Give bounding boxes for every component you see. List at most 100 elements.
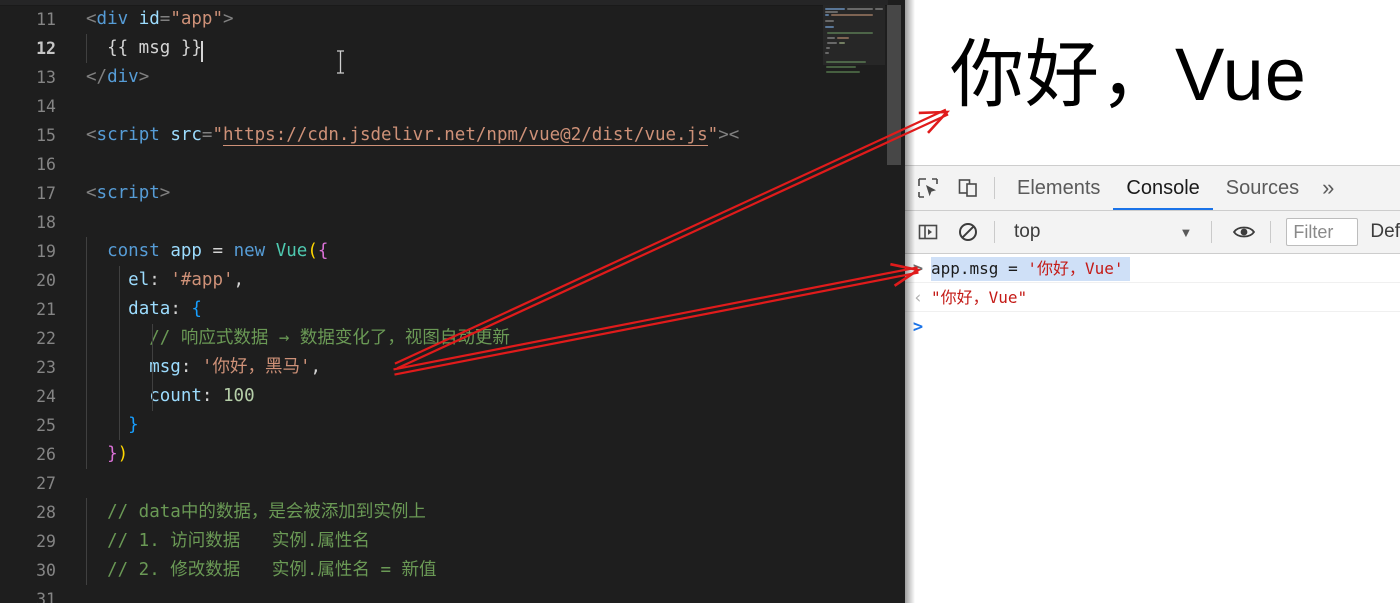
indent-guide [119,353,120,382]
code-token: Vue [275,241,308,261]
code-token: < [86,9,97,29]
code-line[interactable]: 17 <script> [0,179,905,208]
line-number: 12 [36,39,56,58]
tab-sources[interactable]: Sources [1213,166,1312,210]
code-line[interactable]: 14 [0,92,905,121]
indent-guide [119,295,120,324]
tab-elements[interactable]: Elements [1004,166,1113,210]
code-line[interactable]: 31 [0,585,905,603]
line-number: 20 [36,271,56,290]
code-content[interactable]: 11 <div id="app"> 12 {{ msg }} 13 </div> 14 15… [0,5,905,603]
clear-console-button[interactable] [951,215,985,249]
tabs-overflow-chevron-icon[interactable]: » [1312,166,1344,210]
inspect-element-icon [918,178,938,198]
code-line[interactable]: 22 // 响应式数据 → 数据变化了，视图自动更新 [0,324,905,353]
code-line[interactable]: 30 // 2. 修改数据 实例.属性名 = 新值 [0,556,905,585]
code-line[interactable]: 28 // data中的数据，是会被添加到实例上 [0,498,905,527]
code-line-text: <div id="app"> [72,5,905,34]
editor-vertical-scrollbar[interactable] [887,5,901,603]
line-number: 24 [36,387,56,406]
log-levels-dropdown[interactable]: Def [1370,221,1400,243]
code-token: 100 [223,386,255,406]
device-toolbar-button[interactable] [951,171,985,205]
console-sidebar-button[interactable] [911,215,945,249]
line-number: 17 [36,184,56,203]
code-editor-pane: 11 <div id="app"> 12 {{ msg }} 13 </div> 14 15… [0,0,905,603]
code-line[interactable]: 20 el: '#app', [0,266,905,295]
code-token: // 响应式数据 → 数据变化了，视图自动更新 [149,328,510,348]
tab-console[interactable]: Console [1113,166,1213,210]
code-token: ( [307,241,318,261]
line-number: 13 [36,68,56,87]
code-line[interactable]: 12 {{ msg }} [0,34,905,63]
code-line[interactable]: 27 [0,469,905,498]
rendered-heading-text: 你好，Vue [950,33,1307,116]
execution-context-select[interactable]: top ▼ [1004,217,1202,247]
code-line[interactable]: 23 msg: '你好，黑马', [0,353,905,382]
indent-guide [86,266,87,295]
filter-input[interactable]: Filter [1286,218,1359,246]
code-line[interactable]: 19 const app = new Vue({ [0,237,905,266]
indent-guide [86,440,87,469]
code-line-text: // 2. 修改数据 实例.属性名 = 新值 [72,556,905,585]
console-input-row[interactable]: > app.msg = '你好，Vue' [905,254,1400,283]
console-token: '你好，Vue' [1027,259,1124,278]
code-token: " [212,125,224,145]
code-line[interactable]: 24 count: 100 [0,382,905,411]
code-line[interactable]: 21 data: { [0,295,905,324]
minimap-slider[interactable] [823,5,885,65]
toolbar-divider-2 [1211,221,1213,243]
indent-guide [119,266,120,295]
inspect-element-button[interactable] [911,171,945,205]
code-token: = [159,9,171,29]
editor-minimap[interactable] [823,5,885,603]
clear-console-icon [959,223,977,241]
line-number: 16 [36,155,56,174]
console-token: app.msg [931,259,999,278]
code-token: , [233,270,245,290]
code-token: > [159,183,171,203]
code-token: el [128,270,150,290]
code-line[interactable]: 26 }) [0,440,905,469]
code-token: https://cdn.jsdelivr.net/npm/vue@2/dist/… [223,125,708,146]
console-row-marker: > [912,259,924,279]
code-line[interactable]: 13 </div> [0,63,905,92]
console-sidebar-icon [918,224,938,240]
minimap-line [826,71,860,73]
code-token: '#app' [170,270,234,290]
code-line[interactable]: 29 // 1. 访问数据 实例.属性名 [0,527,905,556]
code-line[interactable]: 15 <script src="https://cdn.jsdelivr.net/… [0,121,905,150]
console-output-row[interactable]: ‹ "你好，Vue" [905,283,1400,312]
indent-guide [119,324,120,353]
line-number: 22 [36,329,56,348]
browser-window: 你好，Vue Elements Console Sources » top ▼ … [905,0,1400,603]
code-line[interactable]: 25 } [0,411,905,440]
line-number: 29 [36,532,56,551]
editor-scrollbar-thumb[interactable] [887,5,901,165]
code-line[interactable]: 18 [0,208,905,237]
indent-guide [86,237,87,266]
console-prompt-row[interactable]: > [905,312,1400,341]
device-toolbar-icon [958,179,977,197]
line-number: 25 [36,416,56,435]
code-token: : [149,270,160,290]
line-number: 11 [36,10,56,29]
code-line[interactable]: 11 <div id="app"> [0,5,905,34]
code-line[interactable]: 16 [0,150,905,179]
indent-guide [86,527,87,556]
indent-guide [152,324,153,353]
console-messages[interactable]: > app.msg = '你好，Vue' ‹ "你好，Vue" > [905,254,1400,341]
eye-icon [1233,226,1256,238]
code-token: , [310,357,322,377]
code-token: : [201,386,213,406]
code-token: "app" [170,9,224,29]
code-line-text: } [72,411,905,440]
indent-guide [86,295,87,324]
line-number: 26 [36,445,56,464]
live-expression-button[interactable] [1227,215,1261,249]
